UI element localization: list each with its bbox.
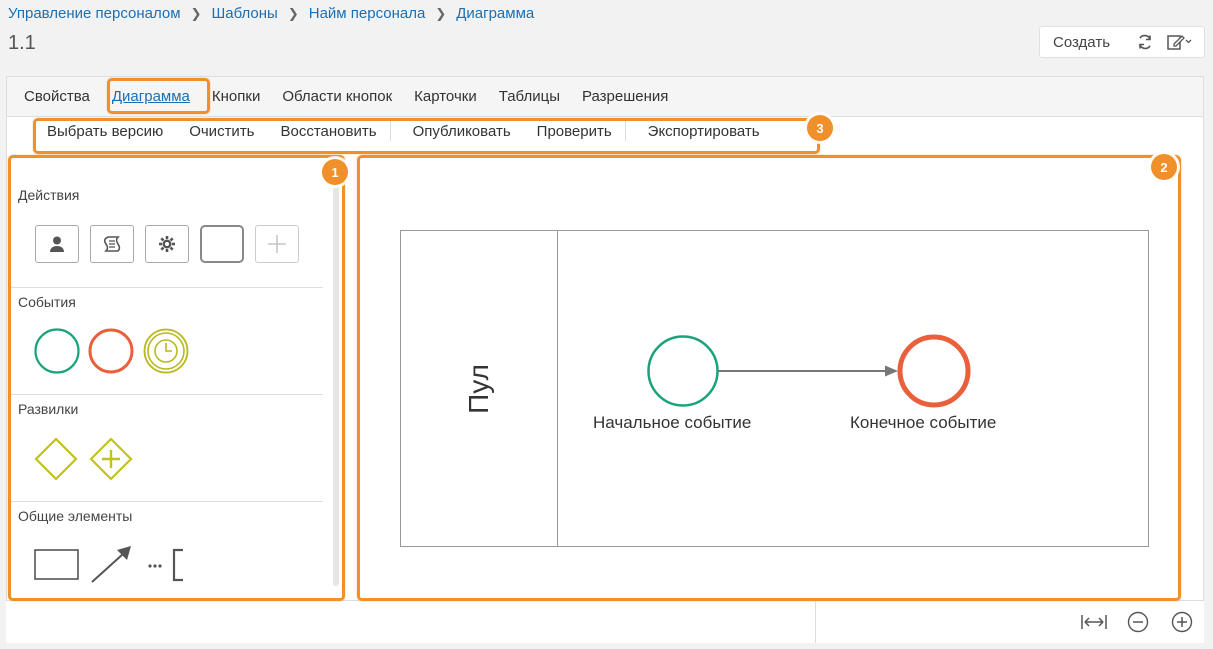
timer-event-icon[interactable] (142, 327, 190, 375)
breadcrumb-hr[interactable]: Управление персоналом (8, 5, 181, 22)
fit-width-icon[interactable] (1079, 609, 1109, 635)
end-event-label: Конечное событие (850, 413, 997, 432)
sequence-flow-arrowhead (885, 365, 898, 377)
chevron-right-icon: ❯ (190, 5, 202, 21)
annotation-icon[interactable] (147, 547, 187, 583)
chevron-right-icon: ❯ (435, 5, 447, 21)
parallel-gateway-icon[interactable] (88, 436, 134, 482)
tab-button-areas[interactable]: Области кнопок (271, 88, 403, 105)
end-event[interactable] (897, 334, 971, 408)
publish-button[interactable]: Опубликовать (391, 123, 524, 140)
clear-button[interactable]: Очистить (176, 123, 267, 140)
flow-layer (647, 334, 971, 408)
tab-tables[interactable]: Таблицы (488, 88, 571, 105)
palette-common-heading: Общие элементы (18, 508, 133, 524)
exclusive-gateway-icon[interactable] (33, 436, 79, 482)
breadcrumb: Управление персоналом ❯ Шаблоны ❯ Найм п… (8, 5, 534, 22)
refresh-icon[interactable] (1128, 27, 1162, 57)
tab-buttons[interactable]: Кнопки (201, 88, 271, 105)
palette-events-heading: События (18, 294, 76, 310)
add-icon[interactable] (255, 225, 299, 263)
tab-diagram[interactable]: Диаграмма (101, 88, 201, 105)
select-version-button[interactable]: Выбрать версию (41, 123, 176, 140)
palette-separator (11, 287, 323, 288)
end-event-icon[interactable] (87, 327, 135, 375)
service-task-icon[interactable] (145, 225, 189, 263)
palette-scrollbar[interactable] (333, 168, 339, 586)
restore-button[interactable]: Восстановить (268, 123, 390, 140)
tab-bar: Свойства Диаграмма Кнопки Области кнопок… (7, 77, 1203, 117)
chevron-right-icon: ❯ (287, 5, 299, 21)
tab-properties[interactable]: Свойства (13, 88, 101, 105)
breadcrumb-hiring[interactable]: Найм персонала (309, 5, 426, 22)
create-button[interactable]: Создать (1040, 34, 1128, 51)
start-event[interactable] (647, 335, 719, 407)
callout-badge-2: 2 (1151, 154, 1177, 180)
callout-badge-3: 3 (807, 115, 833, 141)
tab-cards[interactable]: Карточки (403, 88, 488, 105)
callout-badge-1: 1 (322, 159, 348, 185)
element-palette: Действия События Развилки Общие элементы (11, 159, 333, 594)
palette-actions-heading: Действия (18, 187, 80, 203)
edit-menu-icon[interactable] (1162, 27, 1196, 57)
breadcrumb-templates[interactable]: Шаблоны (211, 5, 277, 22)
script-task-icon[interactable] (90, 225, 134, 263)
tab-permissions[interactable]: Разрешения (571, 88, 679, 105)
breadcrumb-diagram[interactable]: Диаграмма (456, 5, 534, 22)
zoom-out-icon[interactable] (1123, 609, 1153, 635)
palette-separator (11, 501, 323, 502)
user-task-icon[interactable] (35, 225, 79, 263)
divider (815, 601, 816, 643)
task-icon[interactable] (200, 225, 244, 263)
start-event-label: Начальное событие (593, 413, 752, 432)
zoom-in-icon[interactable] (1167, 609, 1197, 635)
canvas-footer (6, 600, 1204, 643)
diagram-actions-bar: Выбрать версию Очистить Восстановить Опу… (41, 121, 773, 141)
top-toolbar: Создать (1039, 26, 1205, 58)
palette-gateways-heading: Развилки (18, 401, 79, 417)
start-event-icon[interactable] (33, 327, 81, 375)
palette-separator (11, 394, 323, 395)
page-title: 1.1 (8, 32, 36, 54)
connector-arrow-icon[interactable] (89, 543, 135, 585)
validate-button[interactable]: Проверить (524, 123, 625, 140)
pool-icon[interactable] (33, 547, 81, 583)
diagram-canvas[interactable]: Пул Начальное событие Конечное событие (360, 158, 1178, 598)
export-button[interactable]: Экспортировать (626, 123, 773, 140)
